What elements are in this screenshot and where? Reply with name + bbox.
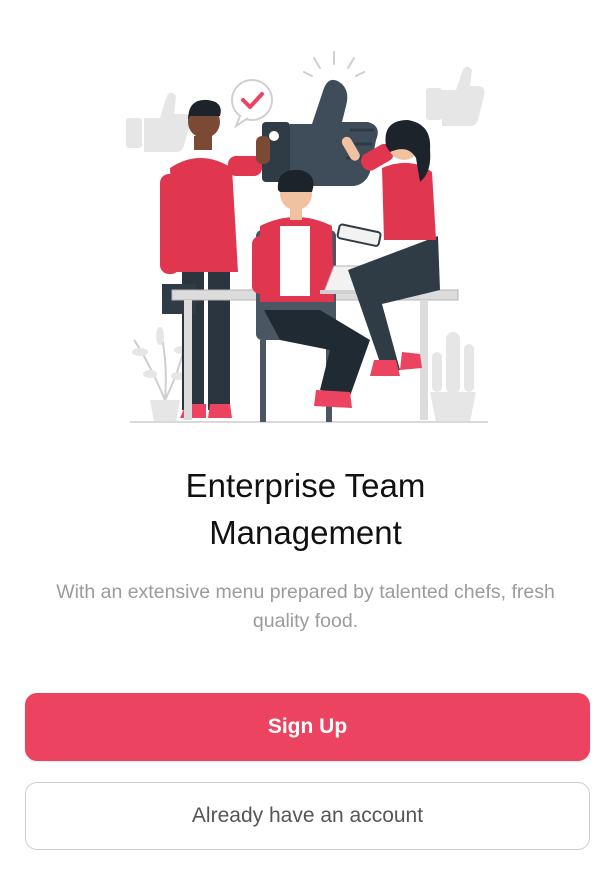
page-title-line-1: Enterprise Team [185, 467, 426, 504]
big-thumbs-up-icon [262, 79, 378, 186]
already-have-account-button[interactable]: Already have an account [25, 782, 590, 850]
team-illustration [120, 40, 490, 430]
page-title: Enterprise Team Management [0, 462, 611, 556]
page-subtitle: With an extensive menu prepared by talen… [56, 581, 555, 632]
thumbs-up-icon-left [126, 92, 191, 152]
already-have-account-button-label: Already have an account [191, 804, 424, 827]
cactus-icon-right [430, 332, 476, 422]
sign-up-button-label: Sign Up [267, 715, 348, 738]
page-title-line-2: Management [209, 514, 402, 551]
check-bubble-icon [231, 79, 273, 129]
thumbs-up-icon-right [426, 66, 485, 126]
plant-icon-left [132, 327, 190, 422]
sign-up-button[interactable]: Sign Up [25, 693, 590, 761]
